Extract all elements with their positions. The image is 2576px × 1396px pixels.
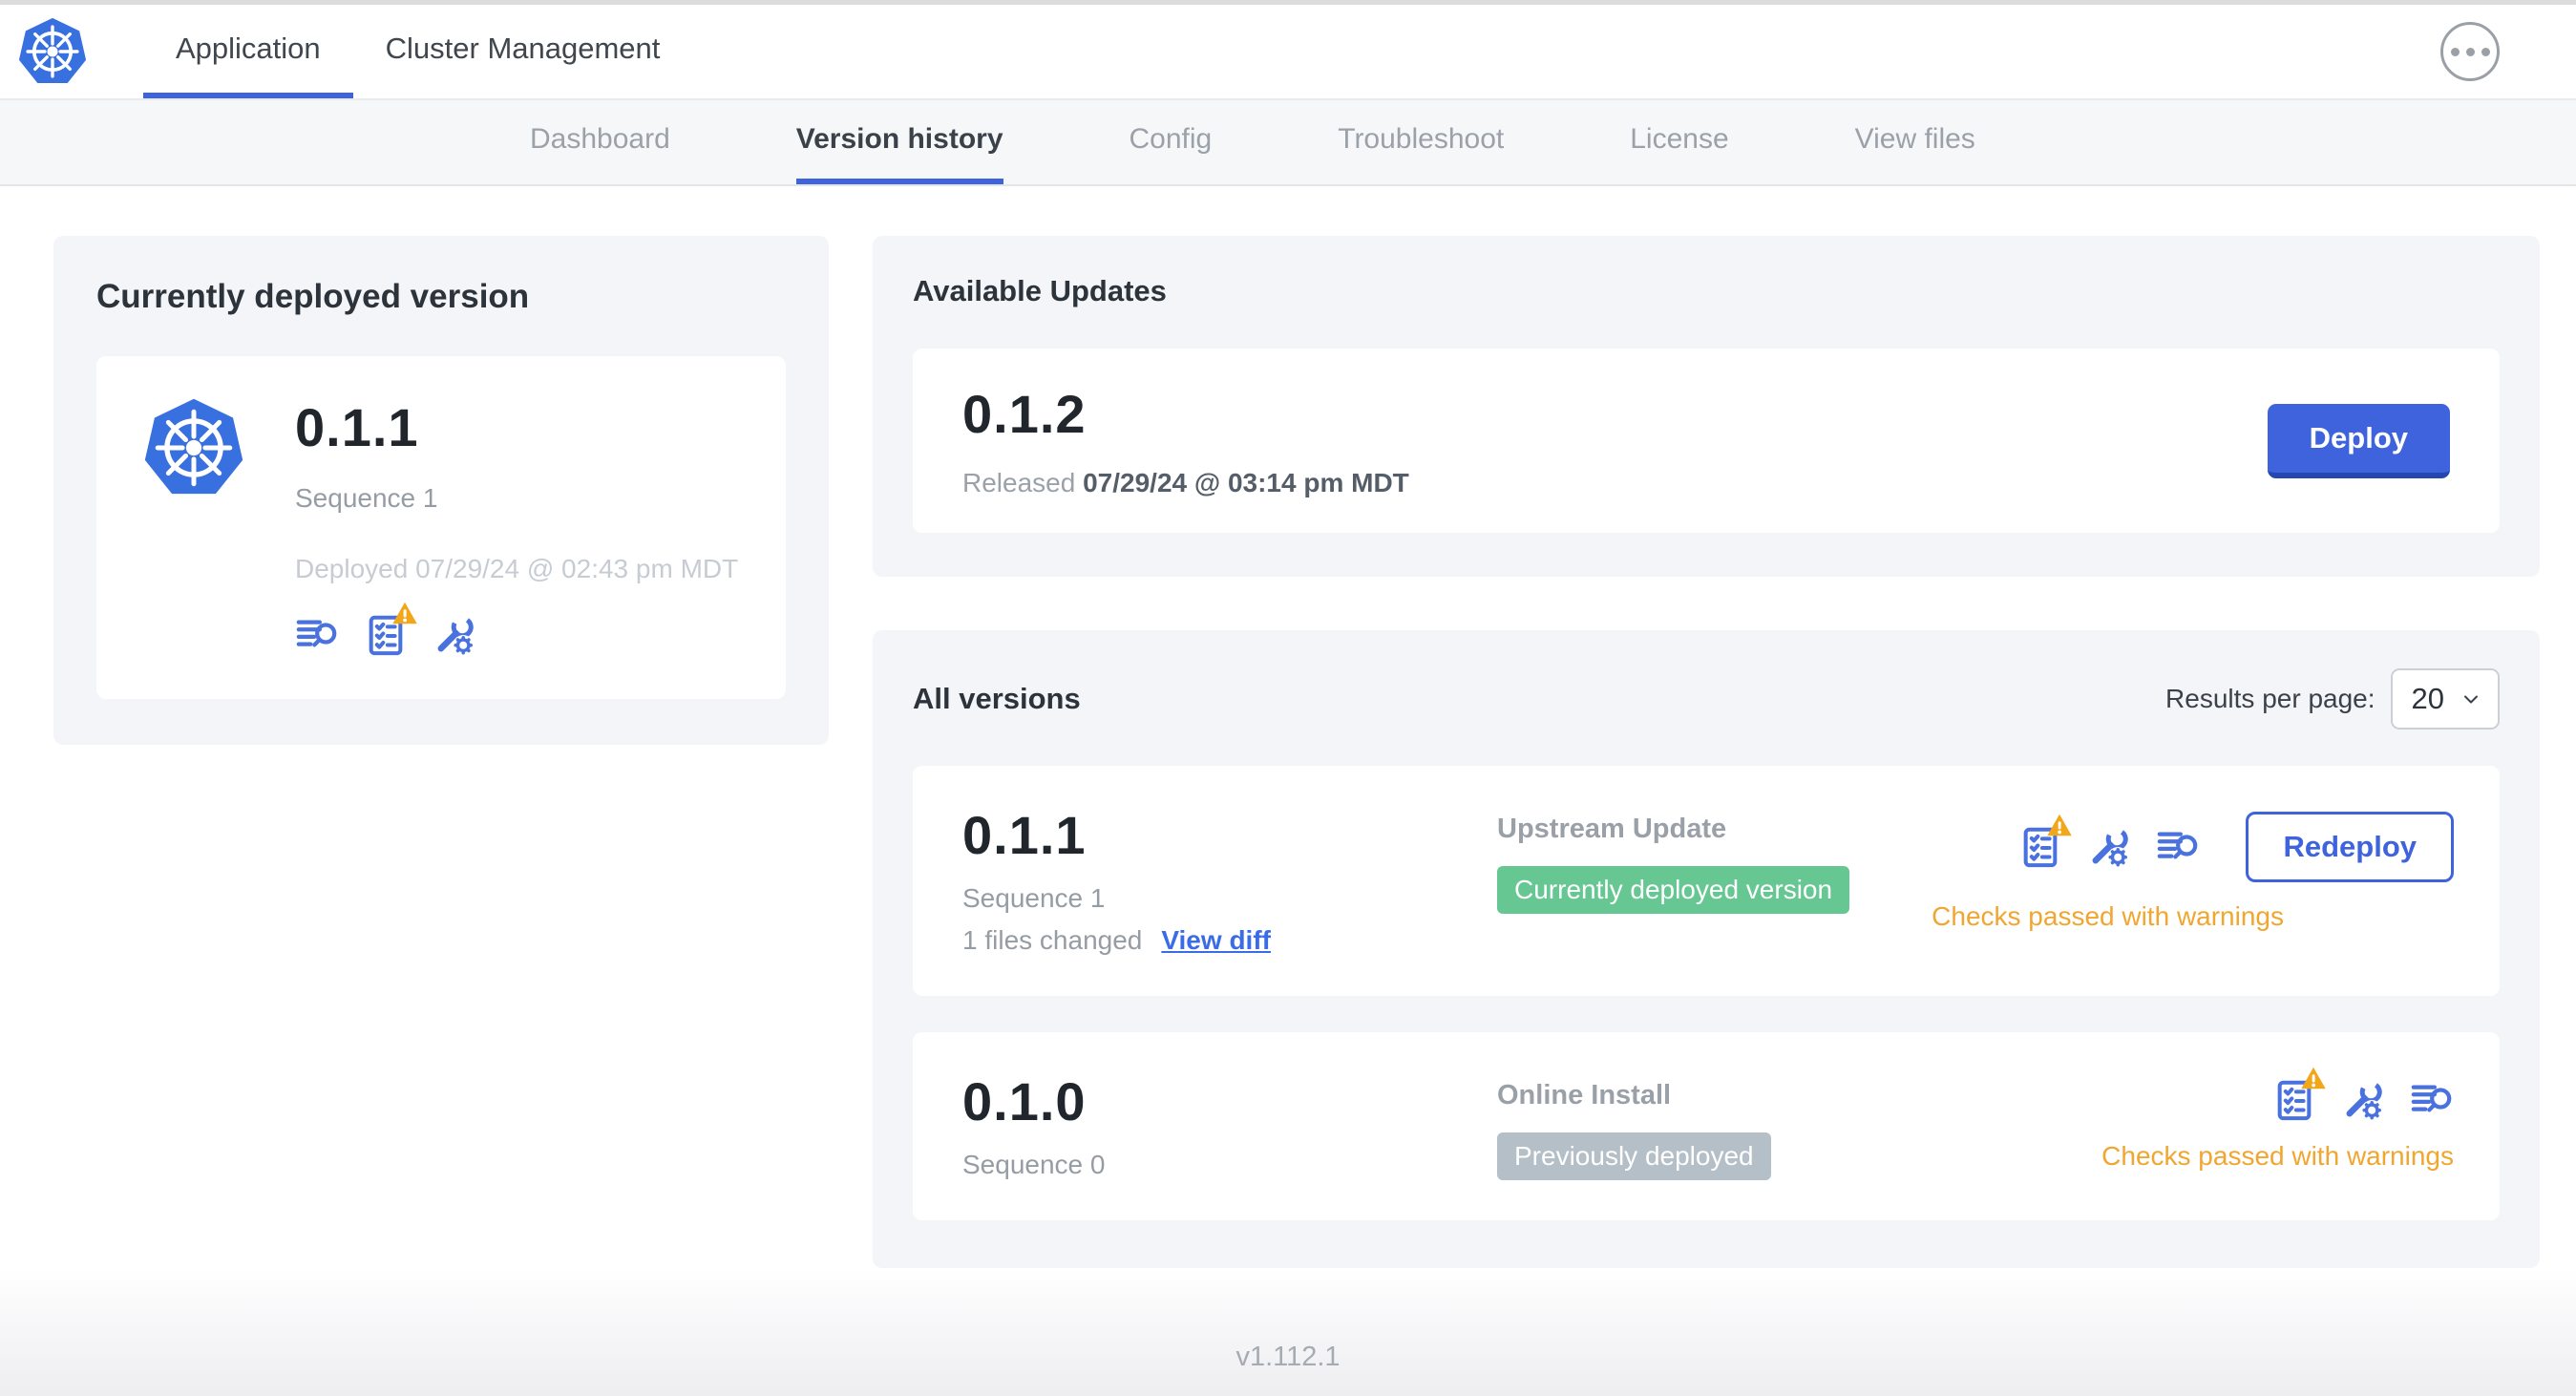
deploy-button[interactable]: Deploy	[2267, 403, 2450, 478]
tab-troubleshoot[interactable]: Troubleshoot	[1338, 100, 1504, 184]
results-per-page-select[interactable]: 20	[2390, 668, 2500, 730]
released-prefix: Released	[962, 468, 1084, 497]
deployed-icon-row	[295, 602, 738, 657]
tab-config[interactable]: Config	[1130, 100, 1213, 184]
available-updates-title: Available Updates	[913, 274, 1167, 307]
app-header: Application Cluster Management	[0, 5, 2576, 100]
release-notes-icon[interactable]	[295, 613, 339, 657]
tab-dashboard[interactable]: Dashboard	[530, 100, 670, 184]
results-per-page: Results per page: 20	[2165, 668, 2500, 730]
redeploy-button[interactable]: Redeploy	[2246, 812, 2454, 882]
currently-deployed-title: Currently deployed version	[96, 278, 530, 315]
preflight-checks-icon[interactable]	[2272, 1067, 2326, 1122]
config-wrench-icon[interactable]	[433, 613, 476, 657]
all-versions-header: All versions Results per page: 20	[913, 668, 2500, 730]
main-content: Currently deployed version 0.1.1 Sequenc…	[0, 186, 2576, 1268]
deployed-version-number: 0.1.1	[295, 397, 419, 457]
deployed-sequence: Sequence 1	[295, 483, 438, 513]
right-column: Available Updates 0.1.2 Released 07/29/2…	[873, 236, 2540, 1268]
ellipsis-menu-icon[interactable]	[2440, 22, 2500, 81]
warning-triangle-icon	[2301, 1067, 2326, 1089]
deployed-version-card: 0.1.1 Sequence 1 Deployed 07/29/24 @ 02:…	[96, 356, 786, 699]
row-version-number: 0.1.1	[962, 805, 1087, 865]
release-notes-icon[interactable]	[2410, 1078, 2454, 1122]
view-diff-link[interactable]: View diff	[1161, 925, 1271, 956]
header-spacer	[692, 5, 2440, 98]
row-source-label: Upstream Update	[1497, 814, 1727, 844]
row-sequence: Sequence 0	[962, 1150, 1106, 1179]
version-row-0-1-1: 0.1.1 Sequence 1 1 files changed View di…	[913, 766, 2500, 996]
tab-version-history[interactable]: Version history	[795, 100, 1003, 184]
deployed-date: Deployed 07/29/24 @ 02:43 pm MDT	[295, 554, 739, 583]
config-wrench-icon[interactable]	[2087, 825, 2131, 869]
preflight-checks-icon[interactable]	[2018, 814, 2073, 869]
currently-deployed-panel: Currently deployed version 0.1.1 Sequenc…	[53, 236, 829, 745]
available-update-card: 0.1.2 Released 07/29/24 @ 03:14 pm MDT D…	[913, 349, 2500, 533]
results-per-page-label: Results per page:	[2165, 684, 2375, 713]
files-changed-text: 1 files changed	[962, 925, 1143, 955]
kubernetes-logo	[0, 5, 105, 98]
tab-application[interactable]: Application	[143, 5, 353, 98]
all-versions-panel: All versions Results per page: 20 0.1.1 …	[873, 630, 2540, 1268]
version-row-0-1-0: 0.1.0 Sequence 0 Online Install Previous…	[913, 1032, 2500, 1220]
results-per-page-value: 20	[2411, 682, 2444, 715]
tab-license[interactable]: License	[1630, 100, 1728, 184]
config-wrench-icon[interactable]	[2341, 1078, 2385, 1122]
preflight-checks-icon[interactable]	[364, 602, 417, 657]
header-tabs: Application Cluster Management	[143, 5, 692, 98]
warning-triangle-icon	[392, 602, 417, 624]
released-date: 07/29/24 @ 03:14 pm MDT	[1083, 468, 1409, 497]
update-released-line: Released 07/29/24 @ 03:14 pm MDT	[962, 468, 1409, 498]
app-subnav: Dashboard Version history Config Trouble…	[0, 100, 2576, 186]
update-version-number: 0.1.2	[962, 384, 1087, 444]
row-sequence: Sequence 1	[962, 883, 1106, 913]
status-badge-previously-deployed: Previously deployed	[1497, 1132, 1771, 1180]
release-notes-icon[interactable]	[2156, 825, 2200, 869]
warning-triangle-icon	[2047, 814, 2073, 836]
page-footer: v1.112.1	[0, 1268, 2576, 1396]
console-version: v1.112.1	[1235, 1342, 1341, 1372]
chevron-down-icon	[2464, 695, 2478, 704]
tab-cluster-management[interactable]: Cluster Management	[353, 5, 693, 98]
row-source-label: Online Install	[1497, 1080, 1672, 1110]
tab-view-files[interactable]: View files	[1855, 100, 1975, 184]
row-version-number: 0.1.0	[962, 1071, 1087, 1132]
kubernetes-app-icon	[142, 396, 245, 499]
status-badge-currently-deployed: Currently deployed version	[1497, 866, 1850, 914]
available-updates-panel: Available Updates 0.1.2 Released 07/29/2…	[873, 236, 2540, 577]
checks-status-text: Checks passed with warnings	[1932, 901, 2284, 931]
checks-status-text: Checks passed with warnings	[2101, 1141, 2454, 1171]
all-versions-title: All versions	[913, 682, 1081, 715]
